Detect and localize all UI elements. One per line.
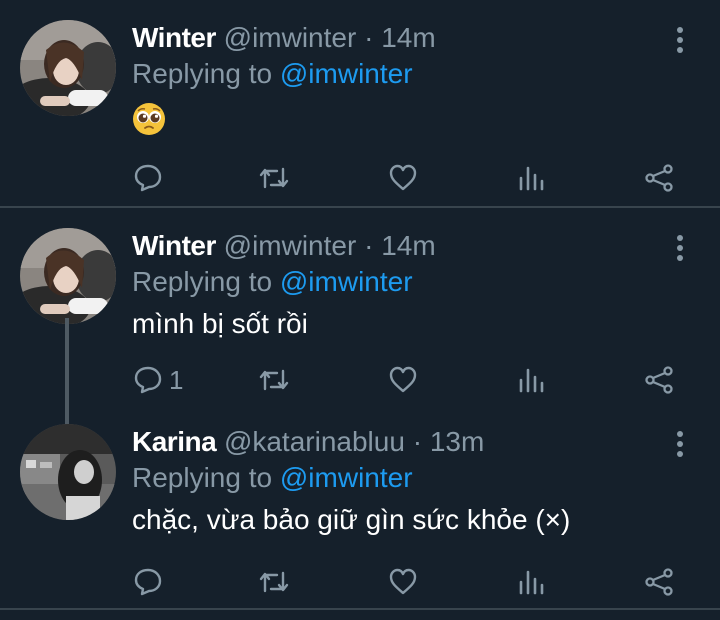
share-icon <box>644 567 674 597</box>
share-button[interactable] <box>644 564 674 600</box>
timeline-feed: Winter @imwinter · 14m Replying to @imwi… <box>0 0 720 620</box>
divider <box>0 608 720 610</box>
reply-icon <box>133 567 163 597</box>
stats-button[interactable] <box>517 564 545 600</box>
like-button[interactable] <box>388 564 418 600</box>
like-icon <box>388 365 418 395</box>
share-icon <box>644 365 674 395</box>
stats-icon <box>517 163 545 193</box>
tweet-actions: 1 <box>0 362 720 398</box>
reply-count: 1 <box>169 365 184 395</box>
tweet[interactable]: Winter @imwinter · 14m Replying to @imwi… <box>0 0 720 206</box>
tweet[interactable]: Karina @katarinabluu · 13m Replying to @… <box>0 410 720 620</box>
user-handle[interactable]: @imwinter <box>224 22 357 53</box>
more-options-icon[interactable] <box>672 430 688 458</box>
timestamp[interactable]: 14m <box>381 22 435 53</box>
stats-button[interactable] <box>517 362 545 398</box>
stats-icon <box>517 567 545 597</box>
retweet-button[interactable] <box>257 160 291 196</box>
separator: · <box>364 22 374 53</box>
user-handle[interactable]: @katarinabluu <box>224 426 405 457</box>
replying-to: Replying to @imwinter <box>132 264 413 300</box>
display-name[interactable]: Winter <box>132 230 216 261</box>
user-handle[interactable]: @imwinter <box>224 230 357 261</box>
reply-button[interactable]: 1 <box>133 362 183 398</box>
tweet-text: chặc, vừa bảo giữ gìn sức khỏe (×) <box>132 504 571 535</box>
reply-button[interactable] <box>133 564 169 600</box>
display-name[interactable]: Winter <box>132 22 216 53</box>
avatar[interactable] <box>20 20 116 116</box>
reply-icon <box>133 365 163 395</box>
mention-link[interactable]: @imwinter <box>280 462 413 493</box>
timestamp[interactable]: 14m <box>381 230 435 261</box>
retweet-icon <box>257 365 291 395</box>
share-button[interactable] <box>644 160 674 196</box>
tweet-header: Winter @imwinter · 14m <box>132 228 436 264</box>
tweet-header: Karina @katarinabluu · 13m <box>132 424 484 460</box>
replying-prefix: Replying to <box>132 266 273 297</box>
mention-link[interactable]: @imwinter <box>280 266 413 297</box>
share-button[interactable] <box>644 362 674 398</box>
avatar[interactable] <box>20 424 116 520</box>
replying-to: Replying to @imwinter <box>132 56 413 92</box>
tweet-text: mình bị sốt rồi <box>132 308 308 339</box>
replying-to: Replying to @imwinter <box>132 460 413 496</box>
reply-button[interactable] <box>133 160 169 196</box>
like-icon <box>388 567 418 597</box>
thread-connector <box>65 318 69 424</box>
pleading-face-emoji <box>132 102 166 141</box>
stats-icon <box>517 365 545 395</box>
like-icon <box>388 163 418 193</box>
timestamp[interactable]: 13m <box>430 426 484 457</box>
retweet-icon <box>257 163 291 193</box>
share-icon <box>644 163 674 193</box>
retweet-button[interactable] <box>257 362 291 398</box>
retweet-icon <box>257 567 291 597</box>
display-name[interactable]: Karina <box>132 426 217 457</box>
replying-prefix: Replying to <box>132 462 273 493</box>
avatar[interactable] <box>20 228 116 324</box>
separator: · <box>364 230 374 261</box>
retweet-button[interactable] <box>257 564 291 600</box>
separator: · <box>412 426 423 457</box>
tweet-header: Winter @imwinter · 14m <box>132 20 436 56</box>
stats-button[interactable] <box>517 160 545 196</box>
tweet[interactable]: Winter @imwinter · 14m Replying to @imwi… <box>0 208 720 408</box>
tweet-actions <box>0 564 720 600</box>
more-options-icon[interactable] <box>672 234 688 262</box>
more-options-icon[interactable] <box>672 26 688 54</box>
like-button[interactable] <box>388 160 418 196</box>
mention-link[interactable]: @imwinter <box>280 58 413 89</box>
like-button[interactable] <box>388 362 418 398</box>
reply-icon <box>133 163 163 193</box>
replying-prefix: Replying to <box>132 58 273 89</box>
tweet-actions <box>0 160 720 196</box>
